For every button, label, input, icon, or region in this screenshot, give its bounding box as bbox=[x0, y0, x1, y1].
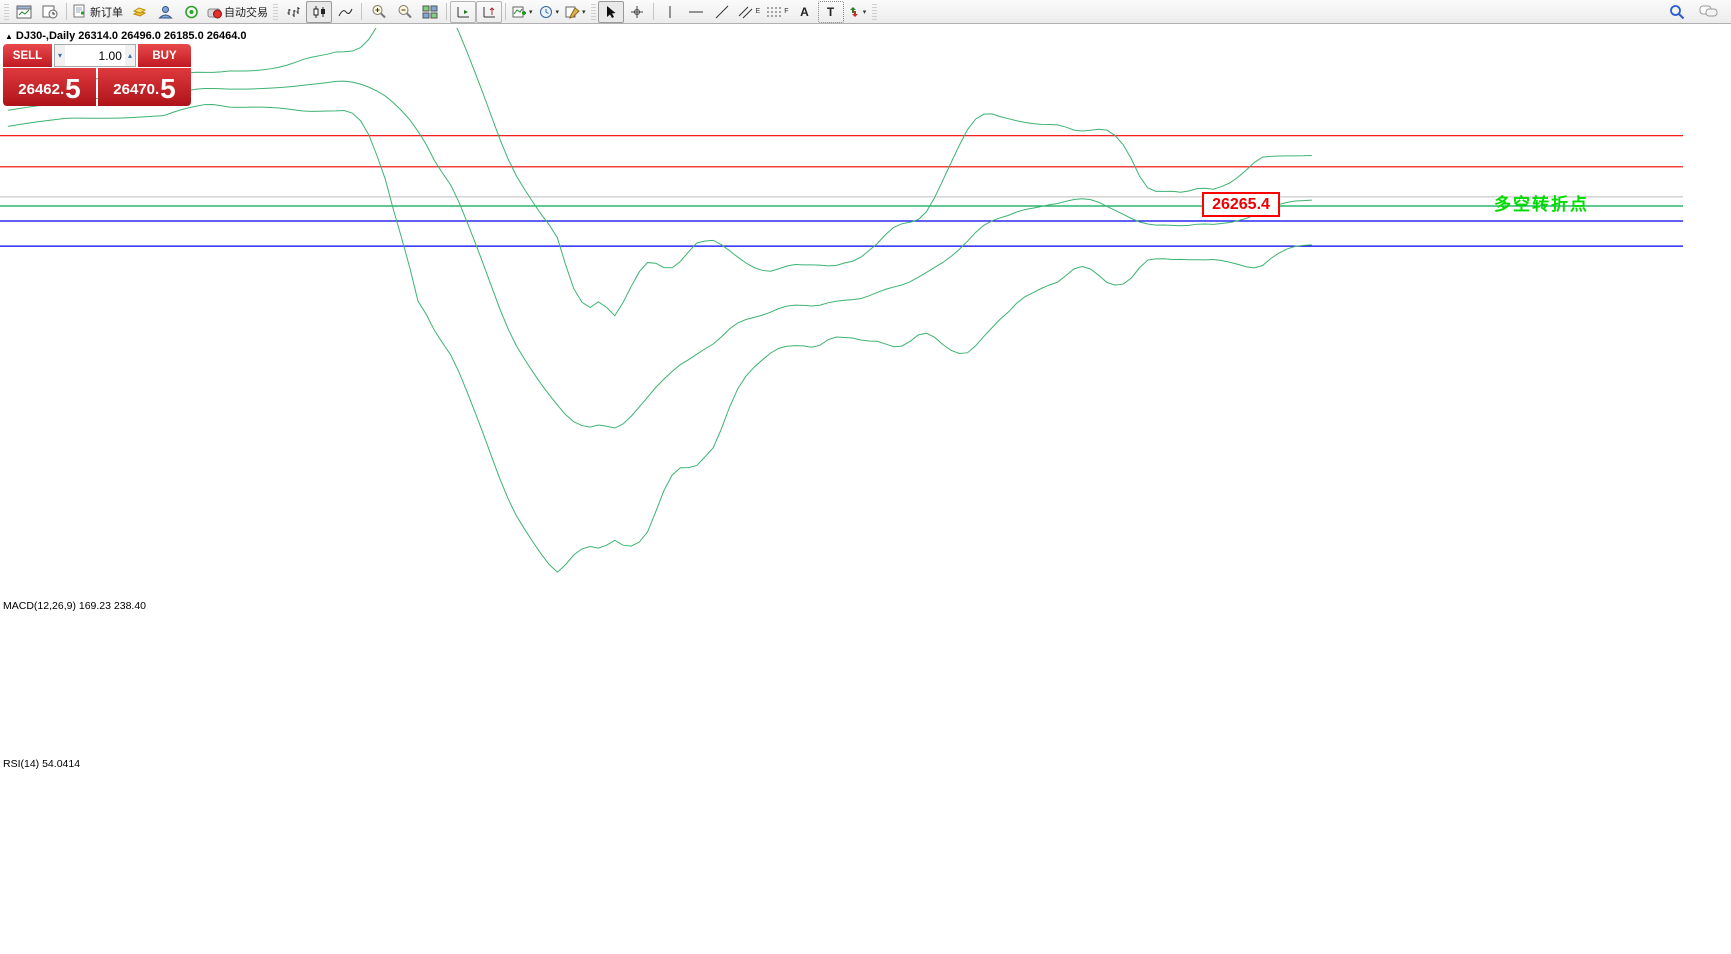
vline-tool[interactable] bbox=[657, 1, 683, 23]
turning-point-annotation: 多空转折点 bbox=[1494, 190, 1589, 215]
chart-shift-icon bbox=[482, 5, 497, 19]
market-depth-button[interactable] bbox=[126, 1, 152, 23]
clock-icon bbox=[539, 5, 554, 19]
channel-letter: E bbox=[756, 8, 761, 15]
sell-price-main: 26462. bbox=[18, 77, 64, 103]
templates-button[interactable]: ▾ bbox=[562, 1, 589, 23]
line-chart-icon bbox=[338, 5, 353, 19]
text-label-tool[interactable]: T bbox=[818, 1, 844, 23]
fibonacci-tool[interactable]: F bbox=[763, 1, 791, 23]
buy-price-main: 26470. bbox=[113, 77, 159, 103]
macd-indicator-label: MACD(12,26,9) 169.23 238.40 bbox=[3, 600, 146, 612]
new-order-button[interactable]: 新订单 bbox=[70, 1, 126, 23]
horizontal-line-icon bbox=[688, 5, 704, 19]
zoom-out-button[interactable] bbox=[391, 1, 417, 23]
new-order-icon bbox=[73, 4, 88, 19]
text-tool[interactable]: A bbox=[792, 1, 818, 23]
community-button[interactable] bbox=[152, 1, 178, 23]
channel-icon bbox=[738, 5, 754, 19]
trendline-tool[interactable] bbox=[709, 1, 735, 23]
auto-scroll-icon bbox=[456, 5, 471, 19]
gold-block-icon bbox=[132, 5, 147, 18]
channel-tool[interactable]: E bbox=[735, 1, 764, 23]
fibonacci-icon bbox=[766, 5, 782, 19]
chart-canvas[interactable] bbox=[0, 0, 1731, 954]
toolbar: 新订单 自动交易 bbox=[0, 0, 1731, 24]
signal-icon bbox=[184, 5, 199, 19]
vertical-line-icon bbox=[665, 5, 675, 19]
tile-windows-button[interactable] bbox=[417, 1, 443, 23]
label-tool-icon: T bbox=[827, 5, 834, 19]
app-window: 新订单 自动交易 bbox=[0, 0, 1731, 954]
new-chart-button[interactable] bbox=[11, 1, 37, 23]
new-order-label: 新订单 bbox=[90, 4, 123, 20]
sell-price-display[interactable]: 26462.5 bbox=[3, 68, 96, 106]
crosshair-icon bbox=[630, 5, 644, 19]
price-annotation-box: 26265.4 bbox=[1202, 192, 1280, 217]
autotrade-label: 自动交易 bbox=[224, 4, 268, 20]
chevron-down-icon: ▾ bbox=[863, 8, 867, 16]
volume-increase-button[interactable]: ▴ bbox=[125, 45, 135, 66]
fibo-letter: F bbox=[784, 8, 788, 15]
template-icon bbox=[565, 5, 580, 19]
profile-button[interactable] bbox=[37, 1, 63, 23]
chevron-down-icon: ▾ bbox=[529, 8, 533, 16]
chevron-down-icon: ▾ bbox=[556, 8, 560, 16]
buy-price-pips: 5 bbox=[160, 75, 176, 103]
chart-expand-icon: ▲ bbox=[5, 32, 13, 41]
volume-input[interactable] bbox=[65, 45, 125, 66]
candle-chart-button[interactable] bbox=[306, 1, 332, 23]
bar-chart-icon bbox=[286, 5, 301, 19]
person-icon bbox=[158, 5, 173, 19]
buy-button[interactable]: BUY bbox=[138, 44, 191, 67]
chart-shift-button[interactable] bbox=[476, 1, 502, 23]
periods-button[interactable]: ▾ bbox=[536, 1, 563, 23]
rsi-indicator-label: RSI(14) 54.0414 bbox=[3, 758, 80, 770]
text-tool-icon: A bbox=[800, 5, 809, 19]
profile-chart-icon bbox=[42, 5, 58, 19]
buy-price-display[interactable]: 26470.5 bbox=[98, 68, 191, 106]
zoom-in-icon bbox=[371, 4, 386, 19]
arrows-tool[interactable]: ▾ bbox=[844, 1, 870, 23]
auto-scroll-button[interactable] bbox=[450, 1, 476, 23]
one-click-trading-panel: SELL ▾ ▴ BUY 26462.5 26470.5 bbox=[3, 44, 191, 106]
autotrade-button[interactable]: 自动交易 bbox=[204, 1, 271, 23]
chart-window-icon bbox=[16, 5, 32, 19]
indicators-button[interactable]: ▾ bbox=[509, 1, 536, 23]
indicators-icon bbox=[512, 5, 527, 19]
volume-decrease-button[interactable]: ▾ bbox=[55, 45, 65, 66]
bar-chart-button[interactable] bbox=[280, 1, 306, 23]
hline-tool[interactable] bbox=[683, 1, 709, 23]
trendline-icon bbox=[715, 5, 729, 19]
zoom-in-button[interactable] bbox=[365, 1, 391, 23]
zoom-out-icon bbox=[397, 4, 412, 19]
tile-windows-icon bbox=[422, 5, 438, 19]
crosshair-tool[interactable] bbox=[624, 1, 650, 23]
volume-stepper: ▾ ▴ bbox=[54, 44, 136, 67]
chart-title: ▲DJ30-,Daily 26314.0 26496.0 26185.0 264… bbox=[5, 30, 247, 42]
candle-chart-icon bbox=[312, 5, 327, 19]
sell-button[interactable]: SELL bbox=[3, 44, 52, 67]
search-icon[interactable] bbox=[1669, 4, 1685, 20]
chat-icon[interactable] bbox=[1699, 4, 1719, 19]
signals-button[interactable] bbox=[178, 1, 204, 23]
arrows-icon bbox=[847, 5, 861, 19]
cursor-tool[interactable] bbox=[598, 1, 624, 23]
cursor-icon bbox=[604, 5, 617, 19]
line-chart-button[interactable] bbox=[332, 1, 358, 23]
sell-price-pips: 5 bbox=[65, 75, 81, 103]
chevron-down-icon: ▾ bbox=[582, 8, 586, 16]
toolbar-grip bbox=[4, 4, 9, 20]
autotrade-icon bbox=[207, 5, 222, 19]
